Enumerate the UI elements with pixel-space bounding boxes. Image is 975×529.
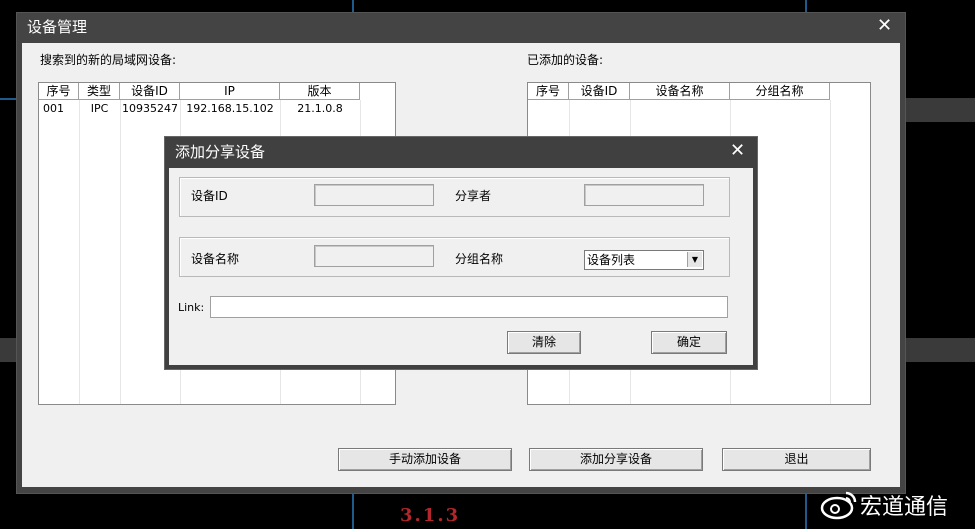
table-cell[interactable]: 001 [39,101,75,117]
dialog-title: 添加分享设备 [175,143,266,161]
column-divider [120,100,121,404]
col-header[interactable]: 类型 [79,83,120,100]
table-cell[interactable]: IPC [79,101,120,117]
close-icon[interactable]: ✕ [877,17,892,35]
col-header[interactable]: 设备ID [569,83,630,100]
device-id-label: 设备ID [191,189,228,203]
col-header[interactable]: 序号 [528,83,569,100]
device-name-label: 设备名称 [191,252,240,266]
col-header[interactable]: 分组名称 [730,83,830,100]
lan-devices-label: 搜索到的新的局域网设备: [40,53,177,67]
grid-line [352,0,354,12]
exit-button[interactable]: 退出 [722,448,871,471]
weibo-logo [820,488,858,523]
dialog-client: 设备ID 分享者 设备名称 分组名称 设备列表 ▼ Link: 清除 确定 [169,168,753,365]
table-cell[interactable]: 10935247 [120,101,180,117]
device-id-field [314,184,434,206]
grid-line [904,98,975,122]
grid-line [352,493,354,529]
window-title: 设备管理 [27,18,88,36]
grid-line [0,338,16,362]
sharer-label: 分享者 [455,189,492,203]
manual-add-device-button[interactable]: 手动添加设备 [338,448,512,471]
link-label: Link: [178,301,205,314]
sharer-field [584,184,704,206]
table-cell[interactable]: 21.1.0.8 [280,101,360,117]
col-header[interactable]: 序号 [39,83,79,100]
table-cell[interactable]: 192.168.15.102 [180,101,280,117]
col-header[interactable]: IP [180,83,280,100]
ok-button[interactable]: 确定 [651,331,727,354]
close-icon[interactable]: ✕ [730,142,745,160]
group-name-label: 分组名称 [455,252,504,266]
column-divider [830,100,831,404]
step-caption: 3.1.3 [400,505,461,526]
watermark-text: 宏道通信 [860,495,949,520]
added-devices-label: 已添加的设备: [527,53,604,67]
col-header[interactable]: 设备名称 [630,83,730,100]
window-title-bar: 设备管理 [17,13,905,41]
grid-line [805,0,807,12]
grid-line [0,98,16,100]
link-input[interactable] [210,296,728,318]
device-name-field [314,245,434,267]
grid-line [805,493,807,529]
grid-line [904,338,975,362]
group-name-select[interactable]: 设备列表 ▼ [584,250,704,270]
chevron-down-icon[interactable]: ▼ [687,252,702,267]
add-shared-device-button[interactable]: 添加分享设备 [529,448,703,471]
col-header[interactable]: 版本 [280,83,360,100]
column-divider [79,100,80,404]
col-header[interactable]: 设备ID [120,83,180,100]
group-name-select-value: 设备列表 [587,253,636,267]
add-shared-device-dialog: 添加分享设备 ✕ 设备ID 分享者 设备名称 分组名称 设备列表 ▼ Link:… [164,136,758,370]
clear-button[interactable]: 清除 [507,331,581,354]
